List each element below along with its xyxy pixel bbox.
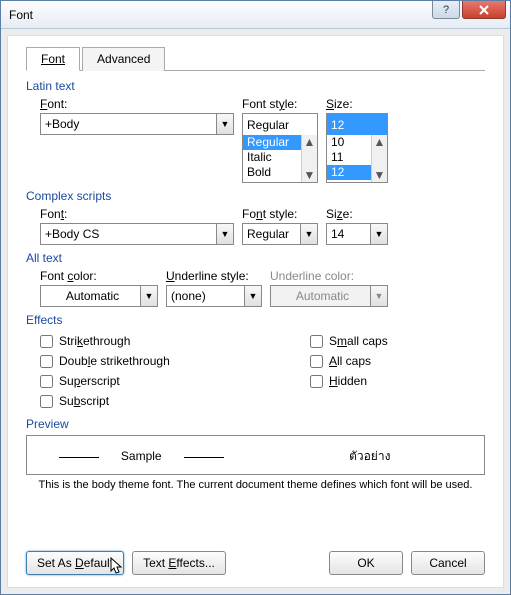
latin-font-combo[interactable]: +Body▼ [40,113,234,135]
hidden-checkbox[interactable] [310,375,323,388]
chevron-down-icon: ▼ [216,224,233,244]
scrollbar[interactable]: ▲▼ [301,135,317,182]
font-label: Font: [40,97,234,111]
font-color-combo[interactable]: Automatic▼ [40,285,158,307]
all-caps-checkbox[interactable] [310,355,323,368]
set-as-default-button[interactable]: Set As Default [26,551,124,575]
window-title: Font [9,8,33,22]
underline-style-label: Underline style: [166,269,262,283]
preview-sample-complex: ตัวอย่าง [349,449,390,463]
complex-font-combo[interactable]: +Body CS▼ [40,223,234,245]
text-effects-button[interactable]: Text Effects... [132,551,226,575]
preview-description: This is the body theme font. The current… [26,479,485,491]
subscript-label: Subscript [59,394,109,408]
subscript-checkbox[interactable] [40,395,53,408]
ok-button[interactable]: OK [329,551,403,575]
complex-size-combo[interactable]: 14▼ [326,223,388,245]
double-strikethrough-checkbox[interactable] [40,355,53,368]
tab-font[interactable]: Font [26,47,80,71]
tab-strip: Font Advanced [26,46,485,71]
underline-color-label: Underline color: [270,269,388,283]
strikethrough-label: Strikethrough [59,334,130,348]
complex-style-combo[interactable]: Regular▼ [242,223,318,245]
chevron-down-icon: ▼ [216,114,233,134]
chevron-down-icon: ▼ [370,286,387,306]
chevron-down-icon: ▼ [244,286,261,306]
complex-font-label: Font: [40,207,234,221]
complex-scripts-group: Complex scripts [26,189,485,203]
titlebar: Font ? [1,1,510,29]
latin-style-listbox[interactable]: Regular Italic Bold ▲▼ [242,135,318,183]
latin-text-group: Latin text [26,79,485,93]
chevron-down-icon: ▼ [140,286,157,306]
all-caps-label: All caps [329,354,371,368]
size-label: Size: [326,97,388,111]
preview-box: Sample ตัวอย่าง [26,435,485,475]
double-strikethrough-label: Double strikethrough [59,354,170,368]
cancel-button[interactable]: Cancel [411,551,485,575]
underline-style-combo[interactable]: (none)▼ [166,285,262,307]
chevron-down-icon: ▼ [300,224,317,244]
complex-style-label: Font style: [242,207,318,221]
preview-group: Preview [26,417,485,431]
scrollbar[interactable]: ▲▼ [371,135,387,182]
help-button[interactable]: ? [432,1,460,19]
small-caps-label: Small caps [329,334,388,348]
font-color-label: Font color: [40,269,158,283]
superscript-label: Superscript [59,374,120,388]
tab-advanced[interactable]: Advanced [82,47,165,71]
preview-sample-latin: Sample [121,449,162,463]
font-dialog: Font ? Font Advanced Latin text Font: +B… [0,0,511,595]
font-style-label: Font style: [242,97,318,111]
strikethrough-checkbox[interactable] [40,335,53,348]
small-caps-checkbox[interactable] [310,335,323,348]
close-button[interactable] [462,1,506,19]
latin-style-input[interactable]: Regular [242,113,318,135]
latin-size-input[interactable]: 12 [326,113,388,135]
all-text-group: All text [26,251,485,265]
effects-group: Effects [26,313,485,327]
hidden-label: Hidden [329,374,367,388]
underline-color-combo: Automatic▼ [270,285,388,307]
chevron-down-icon: ▼ [370,224,387,244]
complex-size-label: Size: [326,207,388,221]
superscript-checkbox[interactable] [40,375,53,388]
latin-size-listbox[interactable]: 10 11 12 ▲▼ [326,135,388,183]
